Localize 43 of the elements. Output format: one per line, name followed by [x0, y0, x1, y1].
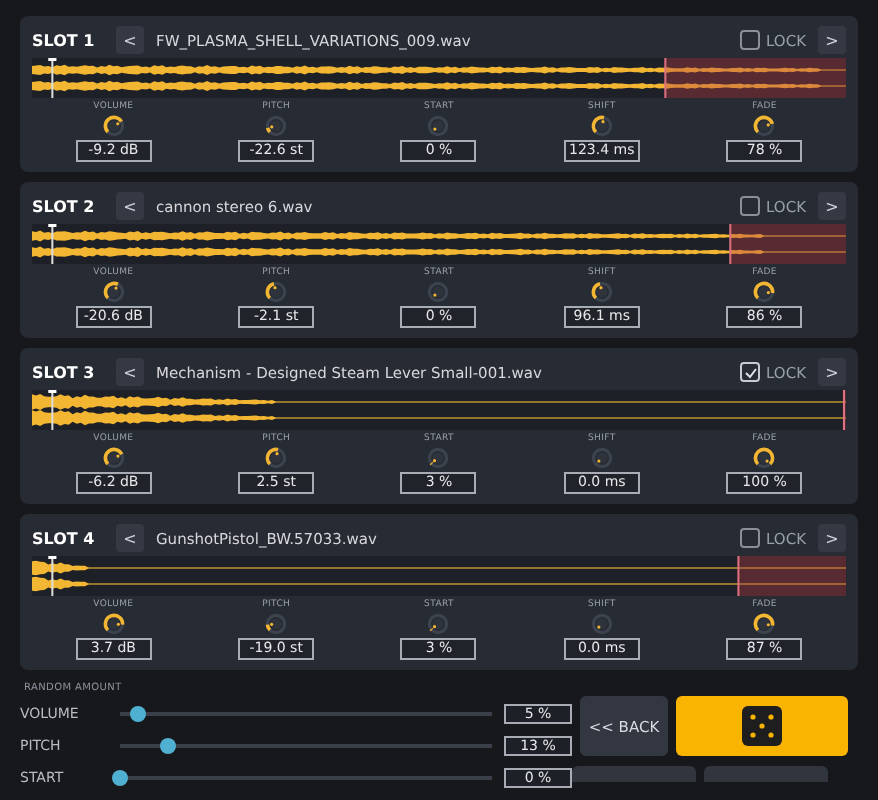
randomize-button[interactable] [676, 696, 848, 756]
slider-thumb[interactable] [112, 770, 128, 786]
slot-label: SLOT 3 [32, 363, 97, 381]
slider-thumb[interactable] [130, 706, 147, 722]
lock-checkbox[interactable] [740, 196, 761, 216]
knob[interactable] [752, 114, 777, 138]
knob[interactable] [264, 446, 289, 470]
previous-button[interactable]: < [116, 26, 144, 54]
next-button[interactable]: > [818, 192, 846, 220]
slot-label: SLOT 2 [32, 197, 97, 215]
knob[interactable] [752, 612, 777, 636]
previous-button[interactable]: < [116, 524, 144, 552]
knob[interactable] [752, 446, 777, 470]
lock-checkbox[interactable] [740, 30, 761, 50]
next-button[interactable]: > [818, 358, 846, 386]
fade-marker[interactable] [842, 390, 845, 430]
previous-button[interactable]: < [116, 192, 144, 220]
dice-icon [742, 706, 782, 746]
slot-label: SLOT 1 [32, 31, 97, 49]
fade-marker[interactable] [664, 58, 667, 98]
start-marker[interactable] [48, 58, 57, 98]
lock-checkbox[interactable] [740, 362, 761, 382]
knob[interactable] [264, 280, 289, 304]
start-marker[interactable] [48, 390, 57, 430]
previous-button[interactable]: < [116, 358, 144, 386]
knob[interactable] [264, 612, 289, 636]
knob[interactable] [101, 612, 126, 636]
slot-label: SLOT 4 [32, 529, 97, 547]
knob[interactable] [101, 280, 126, 304]
knob[interactable] [589, 280, 614, 304]
lock-checkbox[interactable] [740, 528, 761, 548]
next-button[interactable]: > [818, 26, 846, 54]
knob[interactable] [101, 114, 126, 138]
slider-thumb[interactable] [160, 738, 177, 754]
knob[interactable] [752, 280, 777, 304]
fade-marker[interactable] [737, 556, 740, 596]
knob[interactable] [589, 114, 614, 138]
knob[interactable] [101, 446, 126, 470]
fade-marker[interactable] [729, 224, 732, 264]
start-marker[interactable] [48, 556, 57, 596]
next-button[interactable]: > [818, 524, 846, 552]
knob[interactable] [264, 114, 289, 138]
start-marker[interactable] [48, 224, 57, 264]
